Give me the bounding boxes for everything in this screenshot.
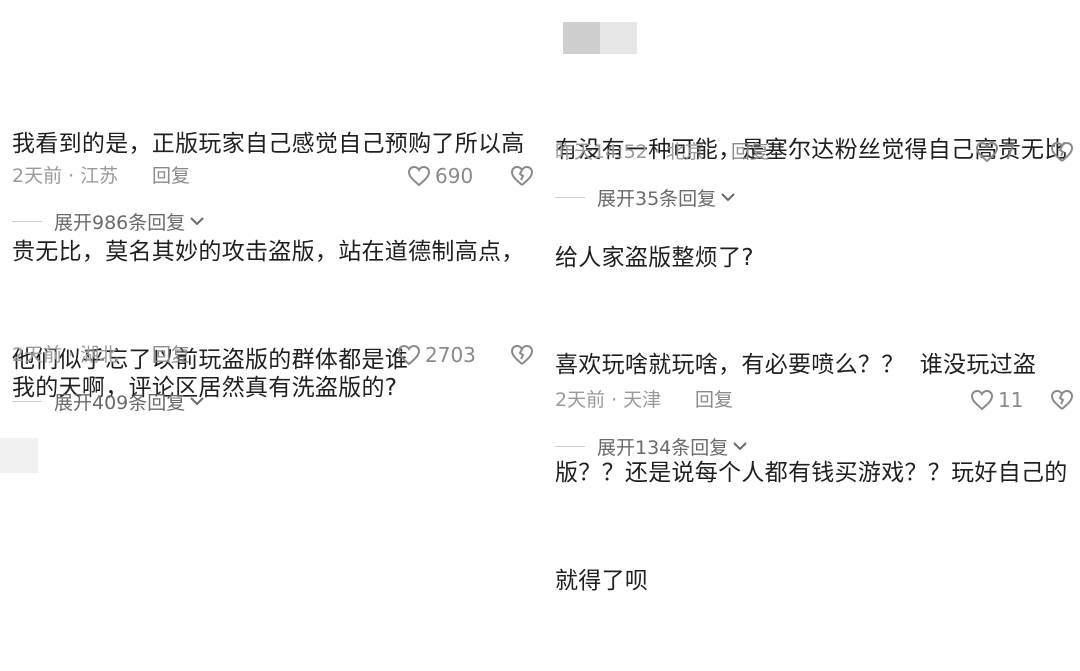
chevron-down-icon bbox=[733, 442, 747, 451]
like-count: 2703 bbox=[425, 343, 476, 367]
divider bbox=[555, 445, 585, 447]
dislike-button[interactable] bbox=[510, 161, 534, 191]
comment-location: 天津 bbox=[623, 389, 662, 411]
expand-replies[interactable]: 展开986条回复 bbox=[12, 206, 205, 236]
comment-item: 喜欢玩啥就玩啥，有必要喷么？？ 谁没玩过盗 版？？还是说每个人都有钱买游戏？？玩… bbox=[555, 275, 1075, 594]
like-button[interactable]: 2703 bbox=[397, 340, 476, 370]
comment-line: 就得了呗 bbox=[555, 568, 649, 594]
like-button[interactable]: 7 bbox=[975, 137, 1016, 167]
divider bbox=[12, 220, 42, 222]
expand-replies[interactable]: 展开35条回复 bbox=[555, 182, 736, 212]
comment-meta: 2天前 · 天津 bbox=[555, 389, 662, 411]
heart-icon bbox=[397, 344, 421, 366]
broken-heart-icon bbox=[510, 344, 534, 365]
broken-heart-icon bbox=[1050, 389, 1074, 410]
reply-button[interactable]: 回复 bbox=[731, 137, 769, 167]
chevron-down-icon bbox=[190, 397, 204, 406]
expand-replies[interactable]: 展开409条回复 bbox=[12, 386, 205, 416]
like-button[interactable]: 690 bbox=[407, 161, 473, 191]
comment-item: 我看到的是，正版玩家自己感觉自己预购了所以高 贵无比，莫名其妙的攻击盗版，站在道… bbox=[12, 54, 534, 373]
comment-line: 我看到的是，正版玩家自己感觉自己预购了所以高 bbox=[12, 131, 525, 157]
comment-location: 湖北 bbox=[80, 344, 119, 366]
blurred-username bbox=[563, 22, 637, 54]
like-count: 11 bbox=[998, 388, 1024, 412]
comment-time: 2天前 bbox=[12, 344, 63, 366]
expand-label: 展开35条回复 bbox=[597, 187, 717, 210]
dislike-button[interactable] bbox=[1050, 385, 1074, 415]
reply-button[interactable]: 回复 bbox=[152, 161, 190, 191]
heart-icon bbox=[975, 141, 999, 163]
heart-icon bbox=[407, 165, 431, 187]
comment-meta: 2天前 · 江苏 bbox=[12, 165, 119, 187]
like-count: 7 bbox=[1003, 140, 1016, 164]
broken-heart-icon bbox=[1050, 141, 1074, 162]
like-count: 690 bbox=[435, 164, 474, 188]
comment-location: 江苏 bbox=[80, 165, 119, 187]
heart-icon bbox=[970, 389, 994, 411]
comment-line: 贵无比，莫名其妙的攻击盗版，站在道德制高点， bbox=[12, 239, 525, 265]
comment-item: 我的天啊，评论区居然真有洗盗版的? 2天前 · 湖北 回复 2703 展开409条回… bbox=[12, 298, 534, 428]
reply-button[interactable]: 回复 bbox=[152, 340, 190, 370]
chevron-down-icon bbox=[190, 217, 204, 226]
divider bbox=[12, 400, 42, 402]
comment-time: 2天前 bbox=[12, 165, 63, 187]
like-button[interactable]: 11 bbox=[970, 385, 1023, 415]
comment-meta: 昨天14:52 · 北京 bbox=[555, 141, 704, 163]
expand-replies[interactable]: 展开134条回复 bbox=[555, 431, 748, 461]
comment-line: 喜欢玩啥就玩啥，有必要喷么？？ 谁没玩过盗 bbox=[555, 352, 1037, 378]
comment-text: 喜欢玩啥就玩啥，有必要喷么？？ 谁没玩过盗 版？？还是说每个人都有钱买游戏？？玩… bbox=[555, 275, 1068, 671]
dislike-button[interactable] bbox=[510, 340, 534, 370]
expand-label: 展开409条回复 bbox=[54, 391, 186, 414]
expand-label: 展开986条回复 bbox=[54, 211, 186, 234]
comment-line: 给人家盗版整烦了? bbox=[555, 245, 754, 271]
expand-label: 展开134条回复 bbox=[597, 436, 729, 459]
divider bbox=[555, 196, 585, 198]
chevron-down-icon bbox=[721, 193, 735, 202]
comment-time: 昨天14:52 bbox=[555, 141, 648, 163]
comment-time: 2天前 bbox=[555, 389, 606, 411]
comment-meta: 2天前 · 湖北 bbox=[12, 344, 119, 366]
broken-heart-icon bbox=[510, 165, 534, 186]
comment-location: 北京 bbox=[665, 141, 704, 163]
reply-button[interactable]: 回复 bbox=[695, 385, 733, 415]
dislike-button[interactable] bbox=[1050, 137, 1074, 167]
comment-item: 有没有一种可能，是塞尔达粉丝觉得自己高贵无比 给人家盗版整烦了? 昨天14:52… bbox=[555, 60, 1075, 271]
